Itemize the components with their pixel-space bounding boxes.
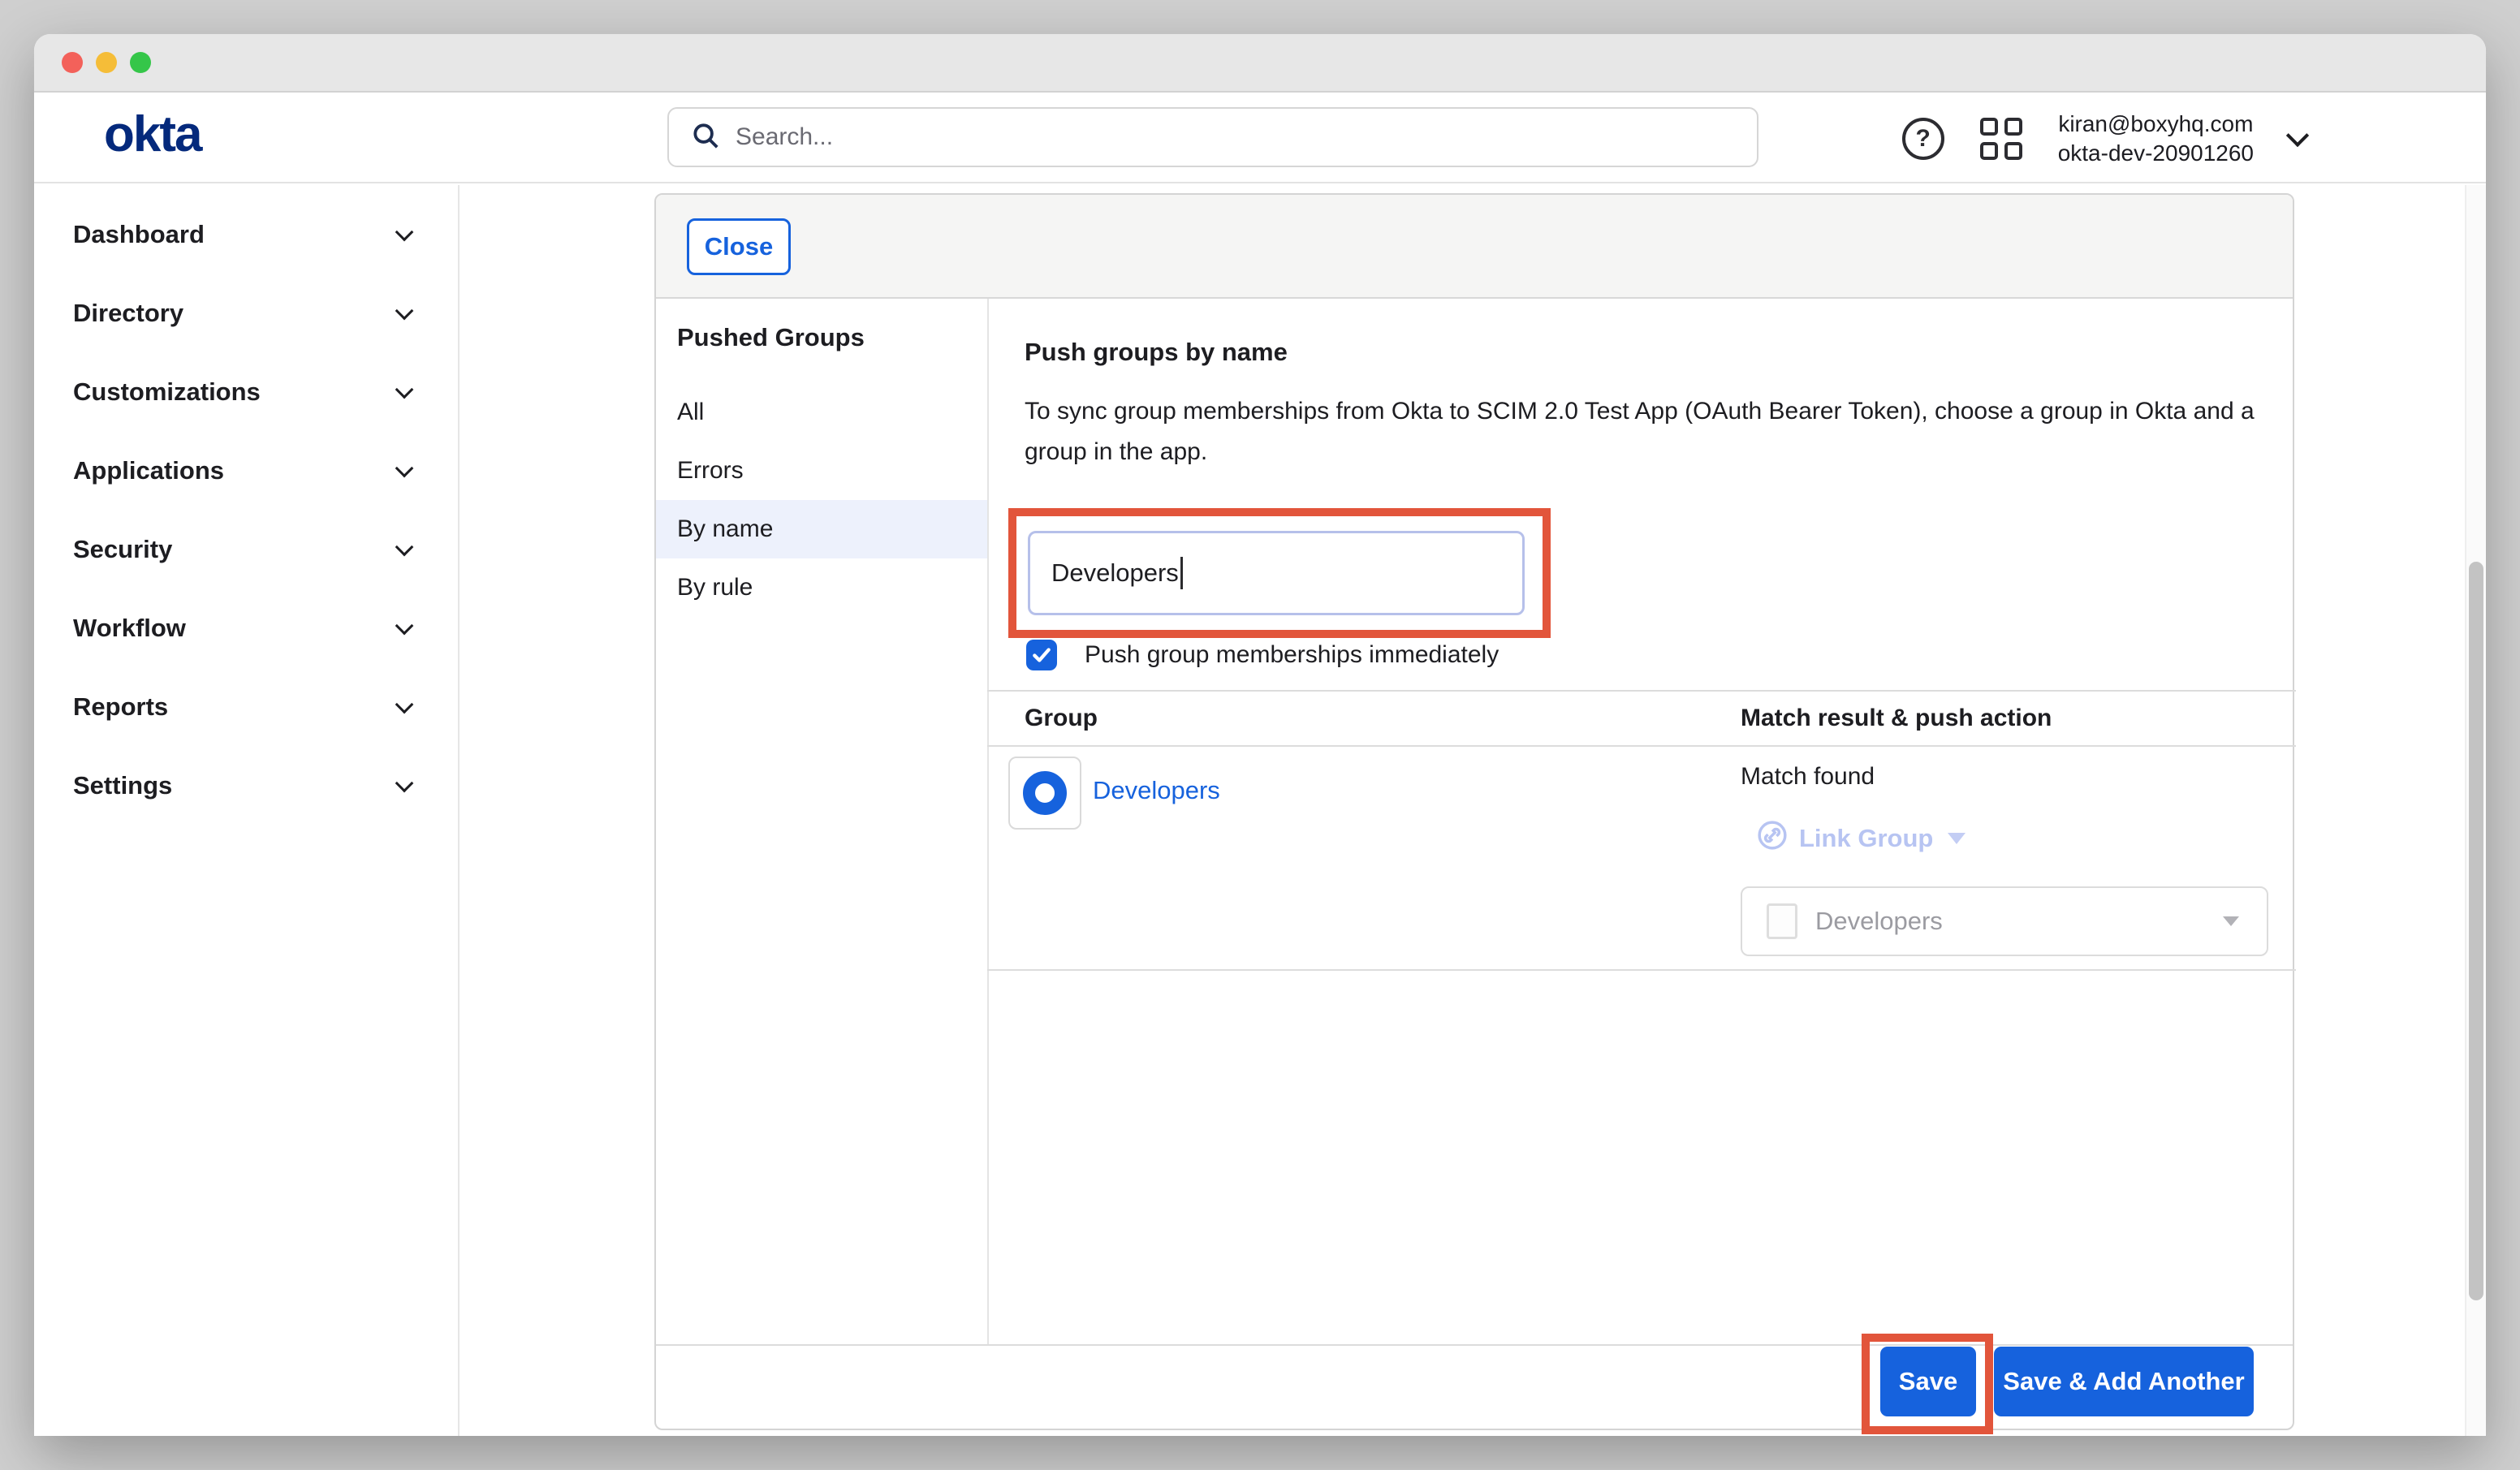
column-group: Group	[1025, 705, 1098, 732]
apps-grid-icon[interactable]	[1980, 118, 2022, 160]
group-search-input[interactable]: Developers	[1028, 531, 1525, 615]
chevron-down-icon	[395, 774, 414, 792]
scrollbar-thumb[interactable]	[2469, 562, 2483, 1300]
checkbox-checked-icon[interactable]	[1026, 640, 1057, 670]
chevron-down-icon	[395, 537, 414, 556]
search-icon	[690, 120, 721, 155]
tab-all[interactable]: All	[656, 383, 987, 442]
chevron-down-icon	[395, 616, 414, 635]
chevron-down-icon	[395, 459, 414, 477]
form-title: Push groups by name	[1025, 338, 1288, 367]
footer-divider	[656, 1344, 2293, 1346]
sidebar-item-directory[interactable]: Directory	[34, 274, 458, 352]
close-window-icon[interactable]	[62, 52, 83, 73]
search-placeholder: Search...	[736, 123, 833, 151]
checkbox-label: Push group memberships immediately	[1085, 641, 1499, 669]
group-circle-icon	[1023, 771, 1067, 815]
grid-cell	[1980, 118, 1998, 136]
column-match-result: Match result & push action	[1741, 705, 2052, 732]
subnav-divider	[987, 299, 989, 1344]
chevron-down-icon	[395, 695, 414, 713]
annotation-highlight-save	[1862, 1334, 1993, 1434]
minimize-window-icon[interactable]	[96, 52, 117, 73]
tab-by-name[interactable]: By name	[656, 500, 987, 558]
dropdown-caret-icon	[1948, 833, 1966, 844]
tab-by-rule[interactable]: By rule	[656, 558, 987, 617]
sidebar-item-dashboard[interactable]: Dashboard	[34, 195, 458, 274]
window-titlebar	[34, 34, 2486, 93]
link-icon	[1757, 820, 1788, 857]
search-input[interactable]: Search...	[667, 107, 1758, 167]
sidebar-item-settings[interactable]: Settings	[34, 746, 458, 825]
row-divider	[987, 969, 2296, 971]
pushed-groups-tabs: All Errors By name By rule	[656, 383, 987, 617]
group-avatar	[1008, 757, 1081, 830]
sidebar-item-customizations[interactable]: Customizations	[34, 352, 458, 431]
sidebar-nav: Dashboard Directory Customizations Appli…	[34, 185, 460, 1436]
table-header-row: Group Match result & push action	[987, 690, 2296, 747]
tab-errors[interactable]: Errors	[656, 442, 987, 500]
grid-cell	[2004, 118, 2022, 136]
scrollbar-track[interactable]	[2465, 185, 2486, 1436]
grid-cell	[1980, 142, 1998, 160]
nav-right-cluster: ? kiran@boxyhq.com okta-dev-20901260	[1902, 94, 2306, 183]
pushed-groups-title: Pushed Groups	[677, 323, 865, 352]
grid-cell	[2004, 142, 2022, 160]
account-email: kiran@boxyhq.com	[2058, 110, 2254, 139]
save-add-another-button[interactable]: Save & Add Another	[1994, 1347, 2254, 1416]
okta-logo: okta	[104, 106, 201, 163]
app-group-icon	[1767, 903, 1797, 939]
account-menu[interactable]: kiran@boxyhq.com okta-dev-20901260	[2058, 110, 2254, 168]
sidebar-item-security[interactable]: Security	[34, 510, 458, 588]
top-nav: okta Search... ? kiran@boxyhq.com	[34, 94, 2486, 183]
desktop-background: okta Search... ? kiran@boxyhq.com	[0, 0, 2520, 1470]
annotation-highlight-input: Developers	[1008, 508, 1551, 638]
sidebar-item-applications[interactable]: Applications	[34, 431, 458, 510]
link-group-button[interactable]: Link Group	[1757, 820, 1966, 857]
group-input-value: Developers	[1051, 558, 1179, 588]
link-group-label: Link Group	[1799, 824, 1933, 853]
chevron-down-icon	[395, 222, 414, 241]
maximize-window-icon[interactable]	[130, 52, 151, 73]
chevron-down-icon[interactable]	[2286, 124, 2309, 147]
close-button[interactable]: Close	[687, 218, 791, 275]
text-cursor	[1180, 557, 1183, 589]
sidebar-item-workflow[interactable]: Workflow	[34, 588, 458, 667]
account-org: okta-dev-20901260	[2058, 139, 2254, 168]
chevron-down-icon	[395, 380, 414, 399]
select-caret-icon	[2223, 916, 2239, 926]
app-group-value: Developers	[1815, 907, 2205, 936]
panel-header: Close	[656, 195, 2293, 299]
group-name-link[interactable]: Developers	[1093, 776, 1220, 805]
match-result-text: Match found	[1741, 763, 1875, 791]
browser-window: okta Search... ? kiran@boxyhq.com	[34, 34, 2486, 1436]
app-group-select[interactable]: Developers	[1741, 886, 2268, 956]
chevron-down-icon	[395, 301, 414, 320]
help-icon[interactable]: ?	[1902, 118, 1944, 160]
push-groups-panel: Close Pushed Groups All Errors By name B…	[654, 193, 2294, 1430]
push-immediately-row[interactable]: Push group memberships immediately	[1026, 640, 1499, 670]
form-description: To sync group memberships from Okta to S…	[1025, 391, 2291, 472]
sidebar-item-reports[interactable]: Reports	[34, 667, 458, 746]
